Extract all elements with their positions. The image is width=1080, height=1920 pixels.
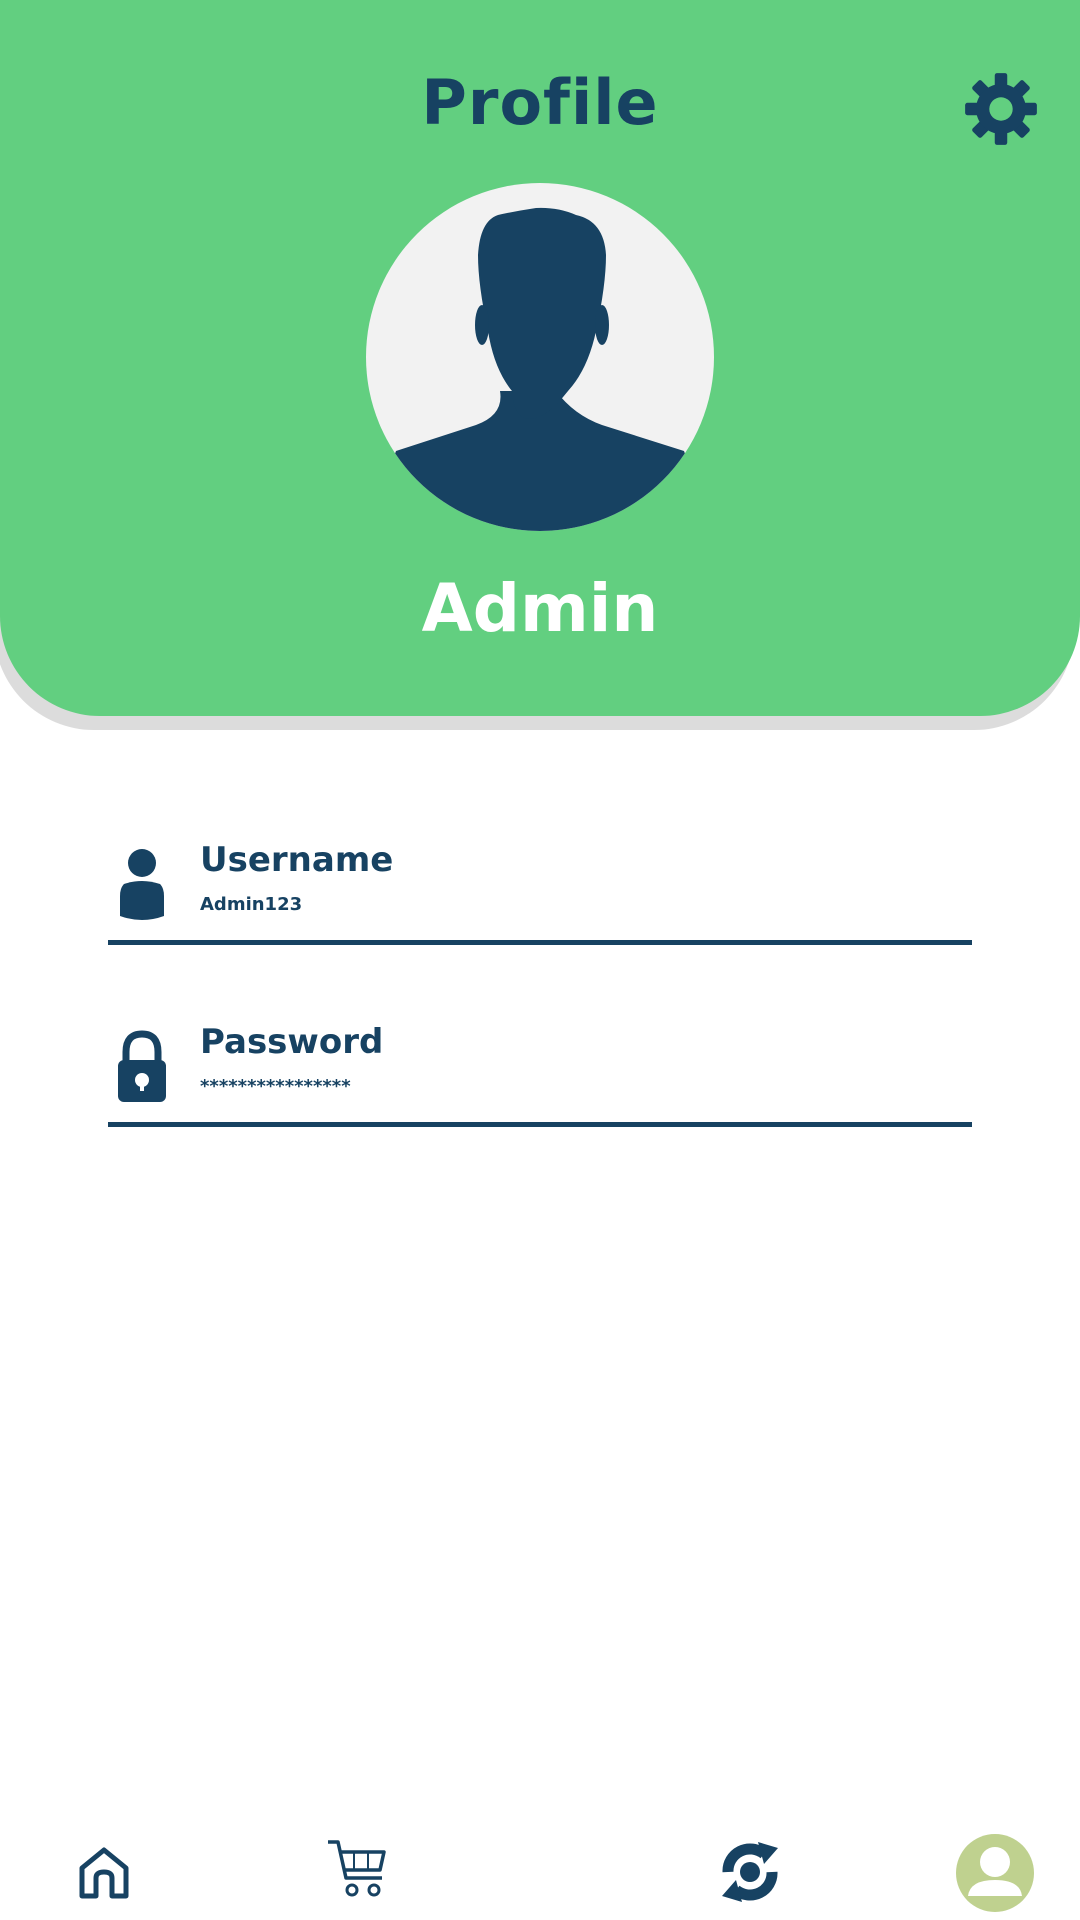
username-value: Admin123 bbox=[200, 894, 303, 915]
user-silhouette-icon bbox=[366, 183, 714, 531]
profile-nav-button[interactable] bbox=[956, 1834, 1034, 1912]
profile-icon bbox=[968, 1847, 1022, 1896]
bottom-nav bbox=[0, 1820, 1080, 1920]
password-value: **************** bbox=[200, 1076, 351, 1097]
password-field[interactable]: Password **************** bbox=[108, 1002, 972, 1127]
username-label: Username bbox=[200, 840, 394, 880]
gear-icon[interactable] bbox=[962, 70, 1040, 148]
username-field[interactable]: Username Admin123 bbox=[108, 820, 972, 945]
cart-icon[interactable] bbox=[326, 1838, 388, 1898]
refresh-icon[interactable] bbox=[718, 1840, 782, 1904]
home-icon[interactable] bbox=[76, 1844, 132, 1900]
profile-header: Profile Admin bbox=[0, 0, 1080, 716]
user-display-name: Admin bbox=[421, 570, 659, 647]
person-icon bbox=[120, 849, 164, 920]
password-label: Password bbox=[200, 1022, 384, 1062]
page-title: Profile bbox=[421, 66, 659, 139]
lock-icon bbox=[118, 1030, 166, 1102]
